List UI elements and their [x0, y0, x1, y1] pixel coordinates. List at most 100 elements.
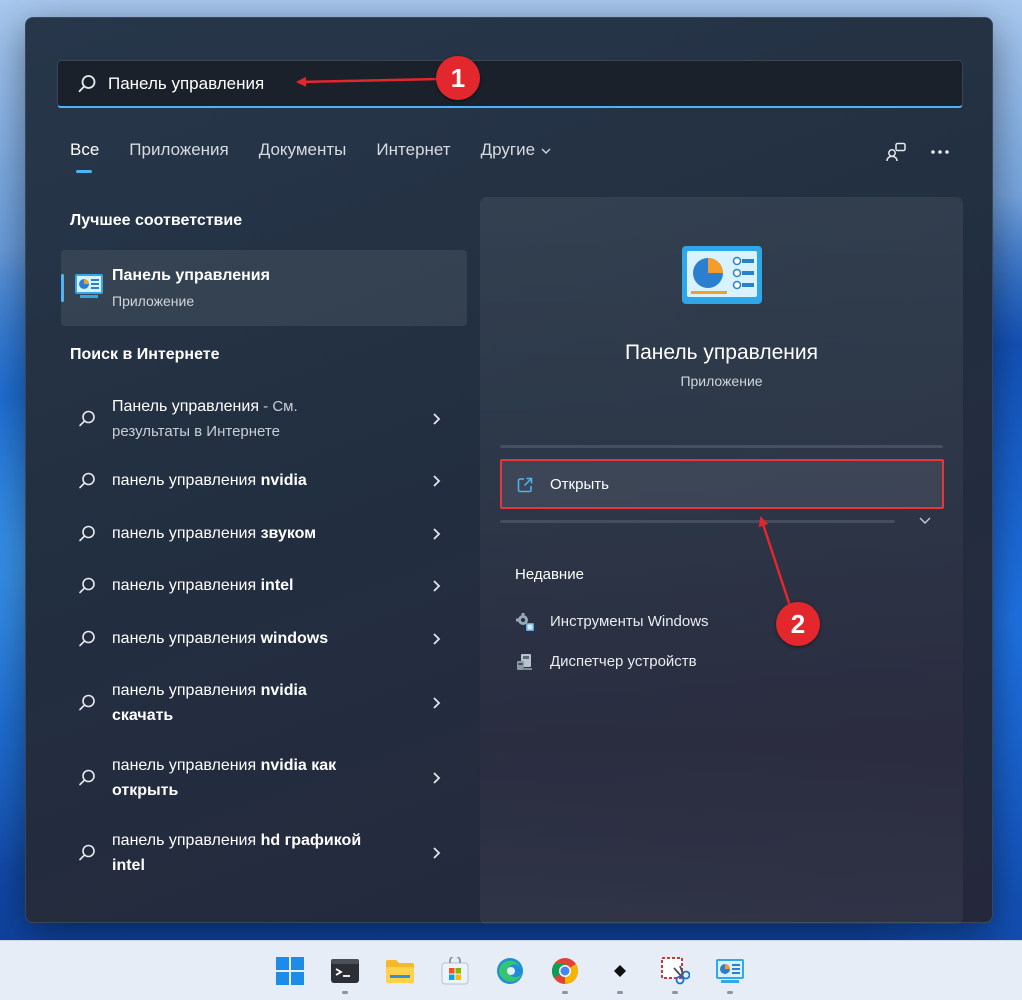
- search-flyout: Все Приложения Документы Интернет Другие…: [25, 17, 993, 924]
- chevron-right-icon: [433, 475, 441, 487]
- tab-other[interactable]: Другие: [481, 140, 552, 180]
- search-icon: [79, 525, 95, 542]
- snipping-tool-icon: [661, 957, 690, 985]
- search-box[interactable]: [57, 60, 963, 108]
- recent-heading: Недавние: [515, 566, 584, 583]
- tab-documents[interactable]: Документы: [259, 140, 347, 180]
- taskbar-terminal[interactable]: [327, 953, 363, 989]
- query-suggestion: windows: [260, 630, 329, 647]
- web-search-text: панель управления nvidia как открыть: [112, 753, 412, 803]
- web-search-item[interactable]: панель управления nvidia: [61, 468, 467, 493]
- best-match-subtitle: Приложение: [112, 293, 195, 309]
- web-search-item[interactable]: Панель управления - См. результаты в Инте…: [61, 394, 467, 444]
- search-icon: [79, 630, 95, 647]
- tab-label: Другие: [480, 140, 536, 159]
- query-text: панель управления: [112, 630, 261, 647]
- more-options-button[interactable]: [926, 138, 954, 166]
- terminal-icon: [331, 959, 359, 983]
- tab-label: Документы: [258, 140, 347, 159]
- edge-icon: [497, 958, 523, 984]
- query-text: панель управления: [112, 472, 261, 489]
- search-icon: [79, 844, 95, 861]
- preview-subtitle: Приложение: [680, 373, 763, 389]
- best-match-heading: Лучшее соответствие: [70, 212, 243, 229]
- tab-label: Приложения: [129, 140, 229, 159]
- query-text: панель управления: [112, 757, 261, 774]
- search-tabs: Все Приложения Документы Интернет Другие: [70, 140, 582, 180]
- control-panel-icon: [75, 274, 103, 298]
- running-indicator: [562, 991, 568, 994]
- query-line2: скачать: [112, 707, 174, 724]
- control-panel-icon: [716, 959, 744, 983]
- chevron-down-icon[interactable]: [918, 513, 932, 527]
- web-search-item[interactable]: панель управления windows: [61, 626, 467, 651]
- web-search-heading: Поиск в Интернете: [70, 346, 220, 363]
- file-explorer-icon: [386, 960, 414, 983]
- search-icon: [79, 694, 95, 711]
- chevron-right-icon: [433, 772, 441, 784]
- taskbar-edge[interactable]: [492, 953, 528, 989]
- unknown-app-icon: [614, 965, 626, 977]
- web-search-text: панель управления nvidia: [112, 468, 412, 493]
- open-button-label: Открыть: [550, 476, 609, 493]
- query-text: Панель управления: [112, 398, 259, 415]
- web-search-text: панель управления windows: [112, 626, 412, 651]
- taskbar-file-explorer[interactable]: [382, 953, 418, 989]
- recent-item-label: Диспетчер устройств: [550, 653, 697, 670]
- web-search-item[interactable]: панель управления nvidia скачать: [61, 678, 467, 728]
- taskbar-store[interactable]: [437, 953, 473, 989]
- taskbar-control-panel[interactable]: [712, 953, 748, 989]
- query-line2: intel: [112, 857, 145, 874]
- query-suffix: - См.: [258, 398, 298, 415]
- annotation-badge-2: 2: [776, 602, 820, 646]
- store-icon: [441, 957, 469, 985]
- search-icon: [79, 410, 95, 427]
- search-input[interactable]: [108, 69, 948, 99]
- chevron-right-icon: [433, 528, 441, 540]
- web-search-item[interactable]: панель управления nvidia как открыть: [61, 753, 467, 803]
- open-button[interactable]: Открыть: [500, 459, 944, 509]
- running-indicator: [727, 991, 733, 994]
- query-text: панель управления: [112, 525, 261, 542]
- query-line2: результаты в Интернете: [112, 423, 280, 440]
- query-suggestion: nvidia как: [260, 757, 337, 774]
- search-icon: [79, 769, 95, 786]
- query-suggestion: nvidia: [260, 472, 307, 489]
- search-icon: [79, 472, 95, 489]
- chevron-right-icon: [433, 697, 441, 709]
- control-panel-icon: [682, 246, 762, 304]
- web-search-text: панель управления intel: [112, 573, 412, 598]
- web-search-item[interactable]: панель управления звуком: [61, 521, 467, 546]
- query-suggestion: звуком: [260, 525, 317, 542]
- chevron-down-icon: [541, 148, 551, 154]
- start-button[interactable]: [272, 953, 308, 989]
- people-connect-icon: [886, 142, 906, 162]
- best-match-result[interactable]: Панель управления Приложение: [61, 250, 467, 326]
- web-search-item[interactable]: панель управления hd графикой intel: [61, 828, 467, 878]
- tab-all[interactable]: Все: [70, 140, 99, 180]
- device-manager-icon: [517, 654, 532, 670]
- tab-apps[interactable]: Приложения: [129, 140, 228, 180]
- more-icon: [931, 150, 949, 154]
- chevron-right-icon: [433, 633, 441, 645]
- running-indicator: [617, 991, 623, 994]
- query-text: панель управления: [112, 577, 261, 594]
- open-external-icon: [517, 477, 533, 493]
- web-search-text: Панель управления - См. результаты в Инте…: [112, 394, 412, 444]
- query-text: панель управления: [112, 682, 261, 699]
- account-switch-button[interactable]: [882, 138, 910, 166]
- chevron-right-icon: [433, 580, 441, 592]
- web-search-item[interactable]: панель управления intel: [61, 573, 467, 598]
- query-text: панель управления: [112, 832, 261, 849]
- tab-internet[interactable]: Интернет: [376, 140, 450, 180]
- taskbar-app[interactable]: [602, 953, 638, 989]
- query-suggestion: nvidia: [260, 682, 307, 699]
- web-search-text: панель управления nvidia скачать: [112, 678, 412, 728]
- taskbar-snipping-tool[interactable]: [657, 953, 693, 989]
- chevron-right-icon: [433, 413, 441, 425]
- web-search-text: панель управления звуком: [112, 521, 412, 546]
- divider: [500, 520, 895, 523]
- annotation-badge-1: 1: [436, 56, 480, 100]
- taskbar-chrome[interactable]: [547, 953, 583, 989]
- tab-label: Интернет: [376, 140, 451, 159]
